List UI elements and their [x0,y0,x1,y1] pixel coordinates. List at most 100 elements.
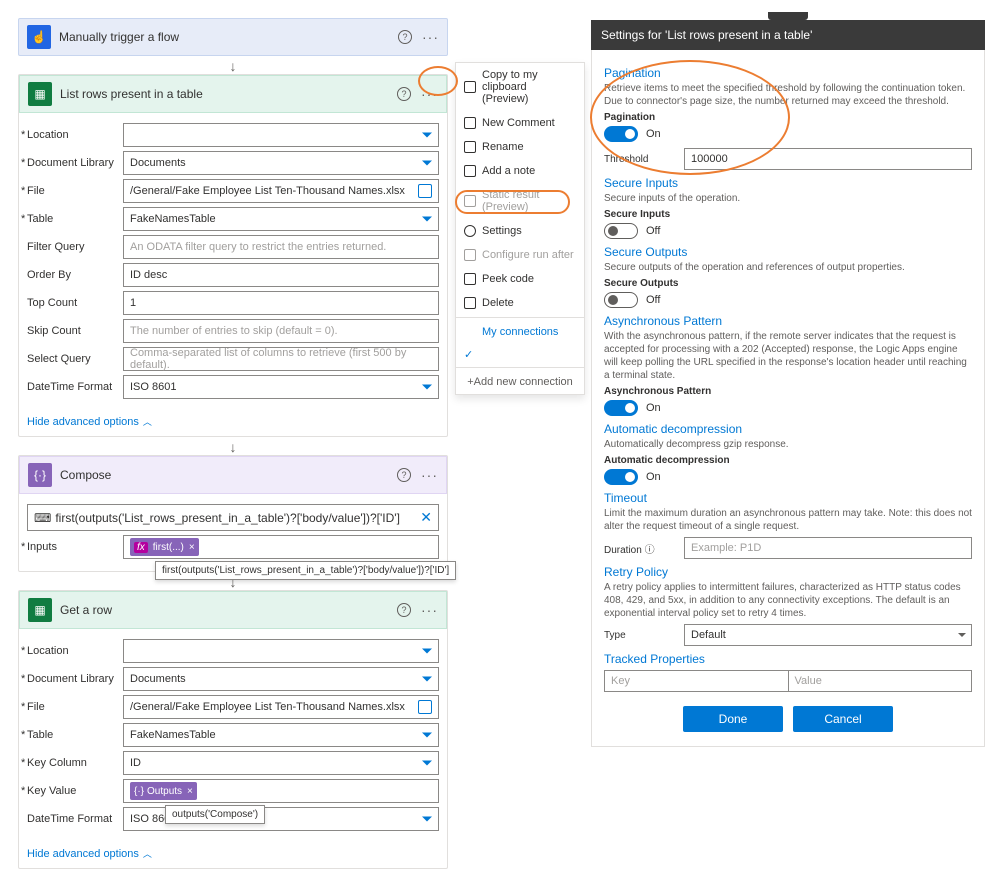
file-picker[interactable]: /General/Fake Employee List Ten-Thousand… [123,695,439,719]
settings-panel: Settings for 'List rows present in a tab… [591,12,985,747]
compose-chip-icon: {·} [134,786,144,797]
label-keycol: Key Column [27,757,123,769]
duration-label: Duration ⓘ [604,541,674,556]
info-icon[interactable]: ⓘ [645,545,655,556]
label-location: Location [27,645,123,657]
menu-copy[interactable]: Copy to my clipboard (Preview) [456,63,584,111]
async-title: Asynchronous Pattern [604,314,972,328]
pagination-toggle[interactable] [604,126,638,142]
location-select[interactable] [123,639,439,663]
excel-icon: ▦ [28,598,52,622]
selectquery-input[interactable]: Comma-separated list of columns to retri… [123,347,439,371]
menu-my-connections[interactable]: My connections [456,320,584,344]
expression-chip[interactable]: fxfirst(...)× [130,538,199,556]
compose-title: Compose [60,468,397,482]
skipcount-input[interactable]: The number of entries to skip (default =… [123,319,439,343]
dtformat-select[interactable]: ISO 8601 [123,375,439,399]
tracked-value-input[interactable]: Value [788,670,973,692]
menu-delete[interactable]: Delete [456,291,584,315]
label-dtformat: DateTime Format [27,813,123,825]
menu-configure-run-after: Configure run after [456,243,584,267]
keyval-field[interactable]: {·}Outputs× [123,779,439,803]
help-icon[interactable]: ? [397,87,411,101]
keycol-select[interactable]: ID [123,751,439,775]
panel-drag-handle[interactable] [768,12,808,20]
cancel-button[interactable]: Cancel [793,706,893,732]
hide-advanced-link[interactable]: Hide advanced options︿ [19,843,447,868]
expression-display: ⌨first(outputs('List_rows_present_in_a_t… [27,504,439,531]
folder-icon[interactable] [418,700,432,714]
secure-outputs-toggle[interactable] [604,292,638,308]
threshold-input[interactable]: 100000 [684,148,972,170]
folder-icon[interactable] [418,184,432,198]
touch-icon: ☝ [27,25,51,49]
filterquery-input[interactable]: An ODATA filter query to restrict the en… [123,235,439,259]
async-toggle[interactable] [604,400,638,416]
retry-title: Retry Policy [604,565,972,579]
menu-add-note[interactable]: Add a note [456,159,584,183]
table-select[interactable]: FakeNamesTable [123,723,439,747]
compose-icon: {·} [28,463,52,487]
menu-settings[interactable]: Settings [456,219,584,243]
more-menu-icon[interactable]: ··· [421,86,438,102]
clear-expression-icon[interactable]: ✕ [420,509,432,526]
table-select[interactable]: FakeNamesTable [123,207,439,231]
context-menu: Copy to my clipboard (Preview) New Comme… [455,62,585,395]
help-icon[interactable]: ? [397,603,411,617]
hide-advanced-link[interactable]: Hide advanced options︿ [19,411,447,436]
label-doclib: Document Library [27,157,123,169]
rename-icon [464,141,476,153]
tracked-key-input[interactable]: Key [604,670,788,692]
remove-chip-icon[interactable]: × [187,786,193,797]
help-icon[interactable]: ? [397,468,411,482]
doclib-select[interactable]: Documents [123,151,439,175]
decompression-toggle[interactable] [604,469,638,485]
list-rows-title: List rows present in a table [60,87,397,101]
label-selectquery: Select Query [27,353,123,365]
menu-peek-code[interactable]: Peek code [456,267,584,291]
location-select[interactable] [123,123,439,147]
static-icon [464,195,476,207]
arrow-down-icon: ↓ [18,60,448,72]
file-picker[interactable]: /General/Fake Employee List Ten-Thousand… [123,179,439,203]
arrow-down-icon: ↓ [18,441,448,453]
label-orderby: Order By [27,269,123,281]
excel-icon: ▦ [28,82,52,106]
doclib-select[interactable]: Documents [123,667,439,691]
pagination-label: Pagination [604,112,972,123]
label-doclib: Document Library [27,673,123,685]
help-icon[interactable]: ? [398,30,412,44]
outputs-chip[interactable]: {·}Outputs× [130,782,197,800]
duration-input[interactable]: Example: P1D [684,537,972,559]
inputs-field[interactable]: fxfirst(...)× [123,535,439,559]
orderby-input[interactable]: ID desc [123,263,439,287]
secure-outputs-title: Secure Outputs [604,245,972,259]
secure-inputs-toggle[interactable] [604,223,638,239]
menu-add-connection[interactable]: +Add new connection [456,370,584,394]
note-icon [464,165,476,177]
get-row-card: ▦ Get a row ? ··· Location Document Libr… [18,590,448,869]
more-menu-icon[interactable]: ··· [421,467,438,483]
more-menu-icon[interactable]: ··· [422,29,439,45]
trigger-card[interactable]: ☝ Manually trigger a flow ? ··· [18,18,448,56]
label-location: Location [27,129,123,141]
label-table: Table [27,729,123,741]
more-menu-icon[interactable]: ··· [421,602,438,618]
label-dtformat: DateTime Format [27,381,123,393]
label-skipcount: Skip Count [27,325,123,337]
done-button[interactable]: Done [683,706,783,732]
menu-rename[interactable]: Rename [456,135,584,159]
remove-chip-icon[interactable]: × [189,542,195,553]
topcount-input[interactable]: 1 [123,291,439,315]
decompression-title: Automatic decompression [604,422,972,436]
compose-card: {·} Compose ? ··· ⌨first(outputs('List_r… [18,455,448,572]
outputs-tooltip: outputs('Compose') [165,805,265,824]
chevron-up-icon: ︿ [143,415,152,428]
secure-inputs-title: Secure Inputs [604,176,972,190]
comment-icon [464,117,476,129]
expression-icon: ⌨ [34,511,51,525]
retry-type-select[interactable]: Default [684,624,972,646]
label-filterquery: Filter Query [27,241,123,253]
menu-new-comment[interactable]: New Comment [456,111,584,135]
label-file: File [27,185,123,197]
